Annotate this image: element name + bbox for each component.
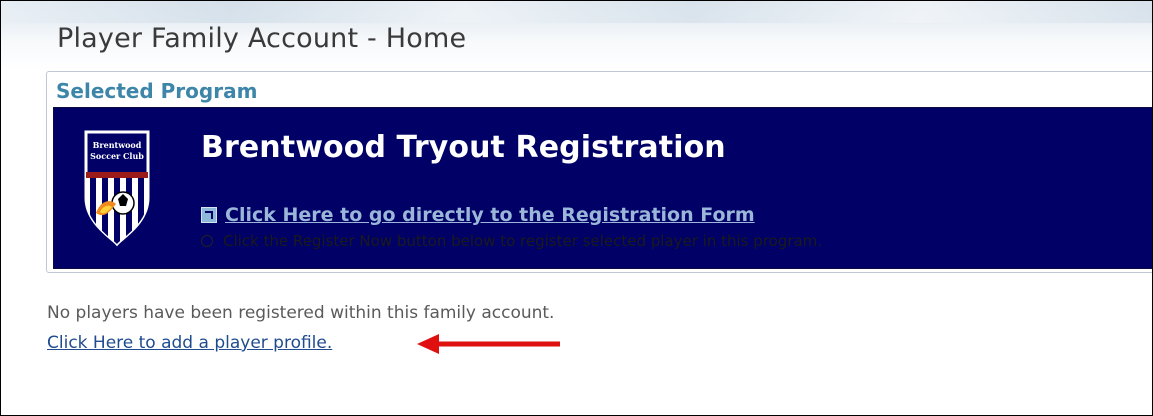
bullet-icon	[201, 235, 213, 247]
add-player-profile-link[interactable]: Click Here to add a player profile.	[47, 333, 332, 353]
registration-link-row: Click Here to go directly to the Registr…	[201, 204, 755, 226]
left-arrow-icon	[417, 334, 560, 354]
club-crest-icon: Brentwood Soccer Club	[84, 130, 150, 247]
external-link-icon	[201, 207, 217, 223]
selected-program-panel: Selected Program Brentwood Soccer Club B…	[46, 71, 1152, 273]
program-banner: Brentwood Soccer Club Brentwood Tryout R…	[53, 107, 1152, 269]
program-name: Brentwood Tryout Registration	[201, 130, 726, 165]
no-players-message: No players have been registered within t…	[47, 303, 555, 323]
registration-form-link[interactable]: Click Here to go directly to the Registr…	[225, 204, 755, 226]
svg-text:Brentwood: Brentwood	[93, 140, 142, 150]
register-hint-text: Click the Register Now button below to r…	[223, 232, 823, 250]
header-background	[1, 1, 1152, 23]
page-frame: Player Family Account - Home Selected Pr…	[0, 0, 1153, 416]
register-hint-row: Click the Register Now button below to r…	[201, 232, 822, 250]
panel-heading: Selected Program	[56, 79, 258, 103]
page-title: Player Family Account - Home	[57, 23, 467, 54]
svg-text:Soccer Club: Soccer Club	[90, 151, 144, 161]
